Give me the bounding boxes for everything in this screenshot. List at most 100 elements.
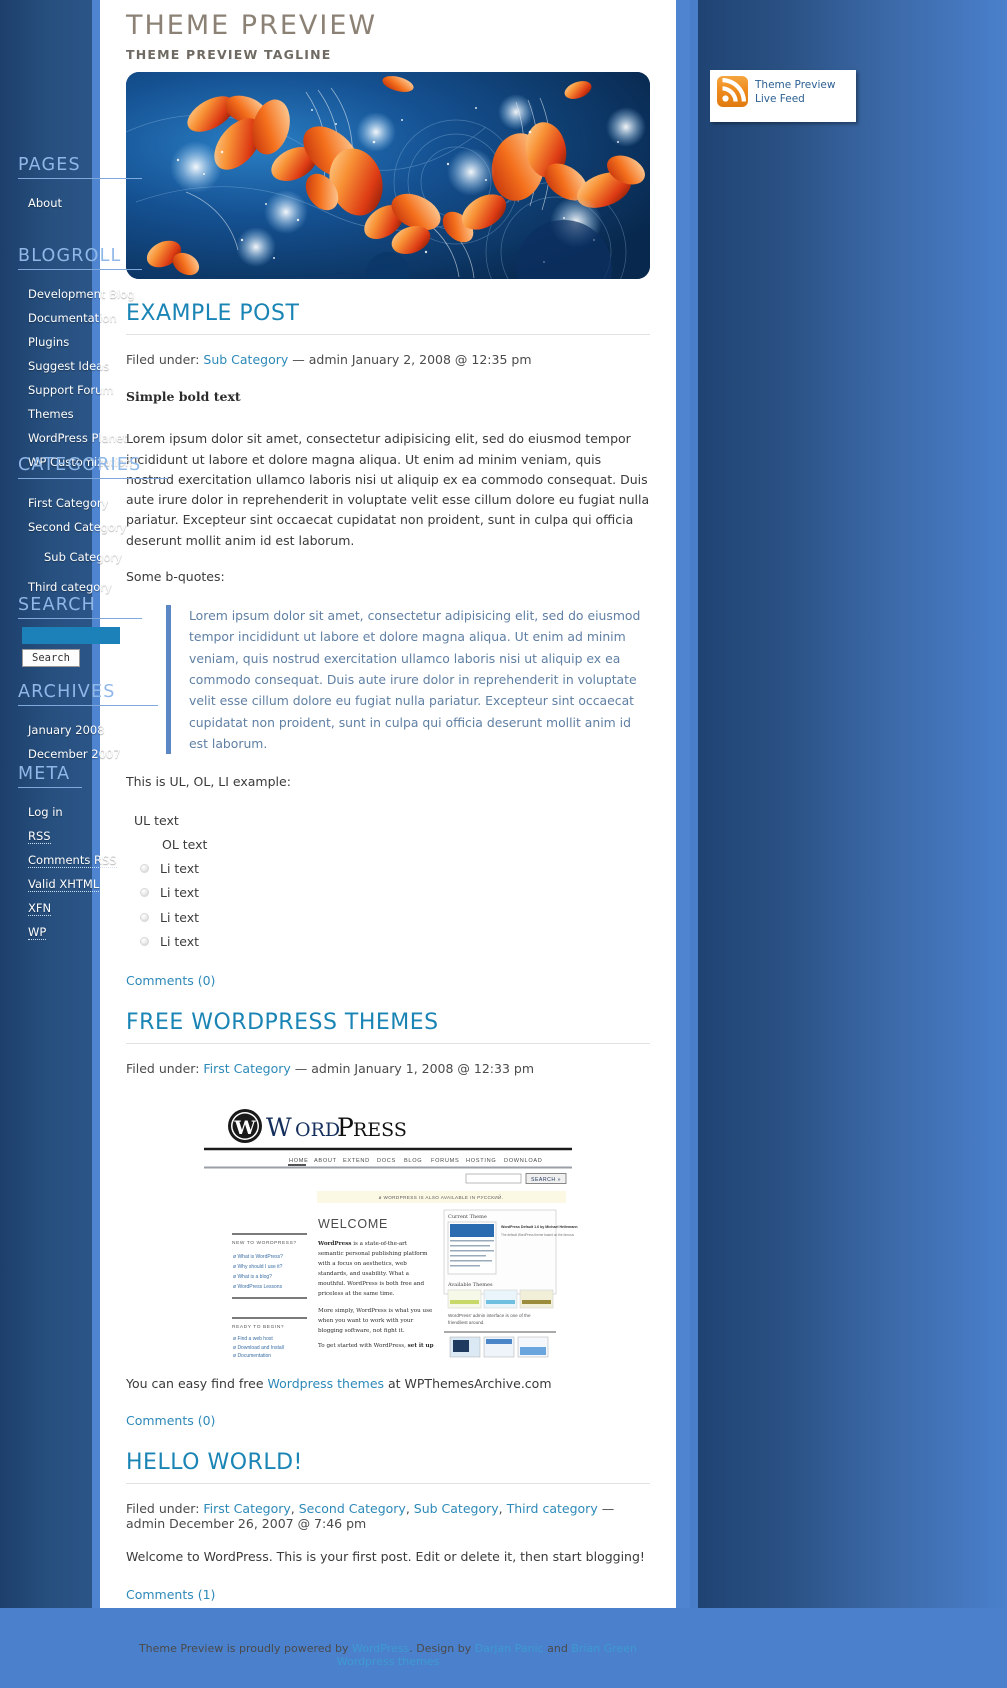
svg-text:EXTEND: EXTEND <box>343 1158 370 1164</box>
svg-text:W: W <box>266 1113 292 1142</box>
svg-text:ø What is a blog?: ø What is a blog? <box>233 1274 272 1280</box>
sidebar-link-development-blog[interactable]: Development Blog <box>28 287 135 301</box>
post-body: You can easy find free Wordpress themes … <box>126 1374 650 1394</box>
category-link[interactable]: Third category <box>507 1501 598 1516</box>
post-free-wordpress-themes: FREE WORDPRESS THEMES Filed under: First… <box>100 1010 676 1428</box>
category-link[interactable]: Sub Category <box>414 1501 499 1516</box>
sidebar-link-january-2008[interactable]: January 2008 <box>28 723 105 737</box>
comments-link[interactable]: Comments (0) <box>126 1413 650 1428</box>
comments-link[interactable]: Comments (0) <box>126 973 650 988</box>
filed-under-label: Filed under: <box>126 1061 204 1077</box>
list-item: Development Blog <box>28 280 270 304</box>
search-button[interactable]: Search <box>22 649 80 667</box>
footer-link-wordpress[interactable]: WordPress <box>352 1642 409 1655</box>
svg-text:ORD: ORD <box>295 1119 340 1141</box>
svg-text:ø Download and Install: ø Download and Install <box>233 1345 284 1351</box>
sidebar-link-valid-xhtml[interactable]: Valid XHTML <box>28 876 100 892</box>
sidebar-link-wordpress-planet[interactable]: WordPress Planet <box>28 431 128 445</box>
svg-text:ø WordPress Lessons: ø WordPress Lessons <box>233 1284 283 1290</box>
footer-text-2: . Design by <box>409 1641 475 1655</box>
post-title: FREE WORDPRESS THEMES <box>126 1010 650 1045</box>
widget-list: January 2008 December 2007 <box>0 716 270 764</box>
post-meta: Filed under: First Category, Second Cate… <box>126 1501 615 1532</box>
svg-text:WordPress is a state-of-the-ar: WordPress is a state-of-the-art <box>317 1241 408 1247</box>
sidebar-link-themes[interactable]: Themes <box>28 407 74 421</box>
svg-text:WELCOME: WELCOME <box>318 1217 388 1231</box>
sidebar-link-plugins[interactable]: Plugins <box>28 335 69 349</box>
sidebar-link-suggest-ideas[interactable]: Suggest Ideas <box>28 359 109 373</box>
widget-title: SEARCH <box>18 595 142 619</box>
svg-text:Current Theme: Current Theme <box>448 1214 487 1220</box>
svg-text:BLOG: BLOG <box>404 1158 422 1164</box>
list-item: January 2008 <box>28 716 270 740</box>
category-link[interactable]: Second Category <box>299 1501 406 1516</box>
wp-screenshot-art: W W ORD P RESS HOME ABOUT EXTEND DOCS BL… <box>194 1104 582 1359</box>
sidebar-link-xfn[interactable]: XFN <box>28 900 52 916</box>
search-input[interactable] <box>22 627 120 644</box>
list-item: Documentation <box>28 304 270 328</box>
svg-text:mouthful. WordPress is both fr: mouthful. WordPress is both free and <box>318 1281 424 1287</box>
site-footer: Theme Preview is proudly powered by Word… <box>100 1628 676 1688</box>
svg-text:priceless at the same time.: priceless at the same time. <box>318 1291 395 1297</box>
sidebar-link-comments-rss[interactable]: Comments RSS <box>28 852 117 868</box>
wordpress-themes-link[interactable]: Wordpress themes <box>268 1376 385 1391</box>
list-item: WordPress Planet <box>28 424 270 448</box>
widget-title: ARCHIVES <box>18 682 158 706</box>
list-item: Third category <box>28 573 270 597</box>
list-item: About <box>28 189 270 213</box>
svg-text:FORUMS: FORUMS <box>431 1158 459 1164</box>
post-title: HELLO WORLD! <box>126 1450 650 1485</box>
list-item: Second Category <box>28 513 270 537</box>
search-form: Search <box>0 627 270 667</box>
filed-under-label: Filed under: <box>126 1501 204 1517</box>
svg-text:HOSTING: HOSTING <box>466 1158 496 1164</box>
svg-text:DOWNLOAD: DOWNLOAD <box>504 1158 543 1164</box>
svg-text:friendliest around.: friendliest around. <box>448 1320 485 1325</box>
svg-text:semantic personal publishing p: semantic personal publishing platform <box>318 1251 428 1257</box>
widget-list: Development Blog Documentation Plugins S… <box>0 280 270 472</box>
sidebar-link-wp[interactable]: WP <box>28 924 47 940</box>
closing-text-before: You can easy find free <box>126 1376 268 1392</box>
sidebar-link-documentation[interactable]: Documentation <box>28 311 117 325</box>
sidebar-link-december-2007[interactable]: December 2007 <box>28 747 121 761</box>
page-title: THEME PREVIEW <box>126 10 378 41</box>
svg-text:blogging software, not fight i: blogging software, not fight it. <box>318 1328 405 1334</box>
list-item: Valid XHTML <box>28 870 270 894</box>
sidebar-link-rss[interactable]: RSS <box>28 828 51 844</box>
list-item: Themes <box>28 400 270 424</box>
category-link[interactable]: First Category <box>203 1061 290 1076</box>
svg-text:ø Find a web host: ø Find a web host <box>233 1336 273 1342</box>
sidebar-panel-background <box>698 0 1007 1608</box>
widget-list: First Category Second Category Sub Categ… <box>0 489 270 597</box>
post-meta: Filed under: First Category — admin Janu… <box>126 1061 650 1076</box>
sidebar-link-support-forum[interactable]: Support Forum <box>28 383 114 397</box>
sidebar-link-third-category[interactable]: Third category <box>28 580 112 594</box>
category-link[interactable]: First Category <box>203 1501 290 1516</box>
comments-link[interactable]: Comments (1) <box>126 1587 650 1602</box>
svg-text:ø Documentation: ø Documentation <box>233 1353 271 1358</box>
sidebar-link-about[interactable]: About <box>28 196 62 210</box>
rss-feed-label: Theme Preview Live Feed <box>755 79 836 106</box>
footer-text-3: and <box>543 1641 572 1655</box>
site-tagline: THEME PREVIEW TAGLINE <box>126 47 332 62</box>
list-item: RSS <box>28 822 270 846</box>
list-item: XFN <box>28 894 270 918</box>
widget-search: SEARCH Search <box>0 595 270 667</box>
list-item: Suggest Ideas <box>28 352 270 376</box>
sidebar-link-first-category[interactable]: First Category <box>28 496 108 510</box>
sidebar-link-log-in[interactable]: Log in <box>28 805 63 819</box>
sidebar-link-sub-category[interactable]: Sub Category <box>44 550 122 564</box>
svg-text:W: W <box>233 1117 256 1139</box>
svg-text:Available Themes: Available Themes <box>447 1282 493 1288</box>
svg-text:ø What is WordPress?: ø What is WordPress? <box>233 1254 283 1260</box>
rss-feed-widget[interactable]: Theme Preview Live Feed <box>710 70 856 122</box>
svg-text:WordPress Default 1.6 by Micha: WordPress Default 1.6 by Michael Heilema… <box>501 1225 578 1229</box>
widget-meta: META Log in RSS Comments RSS Valid XHTML… <box>0 764 270 942</box>
widget-title: PAGES <box>18 155 142 179</box>
list-item: December 2007 <box>28 740 270 764</box>
svg-text:when you want to work with you: when you want to work with your <box>318 1318 413 1324</box>
sidebar-link-second-category[interactable]: Second Category <box>28 520 127 534</box>
svg-text:with a focus on aesthetics, we: with a focus on aesthetics, web <box>318 1261 407 1267</box>
list-item: Log in <box>28 798 270 822</box>
footer-link-designer[interactable]: Darjan Panic <box>475 1642 544 1655</box>
